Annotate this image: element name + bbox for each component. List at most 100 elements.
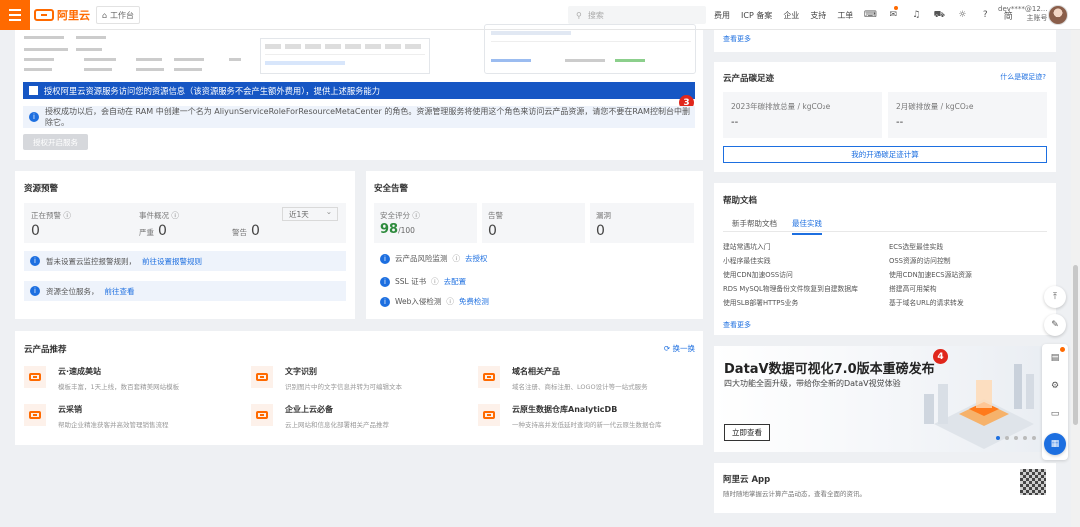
pending-alert-box: 正在预警 ⓘ 0 <box>24 203 141 243</box>
product-desc: 云上网站和信息化部署相关产品推荐 <box>285 421 389 429</box>
resource-service-link[interactable]: 前往查看 <box>105 286 135 297</box>
severe-label: 严重 <box>139 228 154 237</box>
alert-rule-link[interactable]: 前往设置报警规则 <box>142 256 202 267</box>
banner-subtitle: 四大功能全面升级，带给你全新的DataV视觉体验 <box>724 379 901 388</box>
carbon-calc-button[interactable]: 我的开通碳足迹计算 <box>723 146 1047 163</box>
nav-billing[interactable]: 费用 <box>714 10 730 21</box>
help-link[interactable]: RDS MySQL物理备份文件恢复到自建数据库 <box>723 283 858 293</box>
product-desc: 域名注册、商标注册、LOGO设计等一站式服务 <box>512 383 648 391</box>
security-row-risk-link[interactable]: 去授权 <box>465 253 488 264</box>
period-select[interactable]: 近1天 <box>282 207 338 221</box>
help-link[interactable]: ECS选型最佳实践 <box>889 241 943 251</box>
help-icon[interactable]: ? <box>979 9 991 21</box>
product-logo-icon <box>251 404 273 426</box>
blurred-table-preview <box>260 38 430 74</box>
security-score-label: 安全评分 <box>380 211 410 220</box>
web-icon: i <box>380 296 390 307</box>
notification-dot <box>894 6 898 10</box>
clipboard-icon[interactable]: ▤ <box>1049 352 1061 364</box>
tab-best-practice[interactable]: 最佳实践 <box>792 218 822 235</box>
datav-promo-banner[interactable]: DataV数据可视化7.0版本重磅发布 四大功能全面升级，带给你全新的DataV… <box>714 346 1056 452</box>
resource-service-info: i 资源全位服务， 前往查看 <box>24 281 346 301</box>
resource-alerts-title: 资源预警 <box>24 184 59 194</box>
help-link[interactable]: 使用CDN加速ECS源站资源 <box>889 269 972 279</box>
shield-icon: i <box>380 253 390 264</box>
page-scrollbar[interactable] <box>1071 30 1080 527</box>
resource-alerts-card: 资源预警 正在预警 ⓘ 0 事件概况 ⓘ 近1天 严重 0 警告 0 i 暂未设… <box>15 171 355 319</box>
carbon-month-value: -- <box>896 117 904 128</box>
period-select-value: 近1天 <box>289 209 309 219</box>
avatar[interactable] <box>1048 5 1068 25</box>
help-link[interactable]: 建站常遇坑入门 <box>723 241 771 251</box>
nav-icp[interactable]: ICP 备案 <box>741 10 772 21</box>
recommend-title: 云产品推荐 <box>24 345 67 355</box>
aliyun-logo[interactable]: 阿里云 <box>34 7 90 23</box>
nav-support[interactable]: 支持 <box>810 10 826 21</box>
help-link[interactable]: 小程序最佳实践 <box>723 255 771 265</box>
account-info[interactable]: dev****@12... 主账号 <box>998 5 1047 23</box>
product-desc: 识别图片中的文字信息并转为可编辑文本 <box>285 383 402 391</box>
lightbulb-icon[interactable]: ☼ <box>956 9 968 21</box>
event-overview-box: 事件概况 ⓘ 近1天 严重 0 警告 0 <box>132 203 346 243</box>
vulnerability-value: 0 <box>596 223 605 239</box>
product-item[interactable]: 云原生数据仓库AnalyticDB 一种支持高并发低延时查询的新一代云原生数据仓库 <box>478 404 662 429</box>
authorization-checkbox-bar[interactable]: 授权阿里云资源服务访问您的资源信息（该资源服务不会产生额外费用），提供上述服务能… <box>23 82 695 99</box>
carbon-help-link[interactable]: 什么是碳足迹? <box>1000 72 1046 82</box>
help-link[interactable]: 使用SLB部署HTTPS业务 <box>723 297 798 307</box>
product-item[interactable]: 云采销 帮助企业精准获客并高效管理销售流程 <box>24 404 169 429</box>
product-logo-icon <box>251 366 273 388</box>
edit-icon[interactable]: ✎ <box>1044 314 1066 336</box>
alert-rule-text: 暂未设置云监控报警规则， <box>46 256 136 266</box>
cart-icon[interactable]: ⛟ <box>933 9 945 21</box>
product-desc: 帮助企业精准获客并高效管理销售流程 <box>58 421 169 429</box>
vulnerability-label: 漏洞 <box>596 211 611 220</box>
account-role: 主账号 <box>1026 14 1048 22</box>
mail-icon[interactable]: ✉ <box>887 9 899 21</box>
settings-icon[interactable]: ⚙ <box>1049 380 1061 392</box>
hamburger-menu-button[interactable] <box>0 0 30 30</box>
help-link[interactable]: 搭建高可用架构 <box>889 283 937 293</box>
vulnerability-box: 漏洞 0 <box>590 203 694 243</box>
search-placeholder: 搜索 <box>587 10 604 20</box>
scrollbar-thumb[interactable] <box>1073 265 1078 425</box>
authorization-info-text: 授权成功以后，会自动在 RAM 中创建一个名为 AliyunServiceRol… <box>45 107 690 127</box>
pending-alert-label: 正在预警 <box>31 211 61 220</box>
enable-service-button[interactable]: 授权开启服务 <box>23 134 88 150</box>
product-item[interactable]: 文字识别识别图片中的文字信息并转为可编辑文本 <box>251 366 402 391</box>
authorization-checkbox[interactable] <box>29 86 38 95</box>
product-item[interactable]: 域名相关产品域名注册、商标注册、LOGO设计等一站式服务 <box>478 366 648 391</box>
banner-view-button[interactable]: 立即查看 <box>724 424 770 441</box>
alert-rule-info: i 暂未设置云监控报警规则， 前往设置报警规则 <box>24 251 346 271</box>
account-name: dev****@12... <box>998 5 1048 13</box>
severe-value: 0 <box>158 223 167 239</box>
step-badge-4: 4 <box>933 349 948 364</box>
help-link[interactable]: 使用CDN加速OSS访问 <box>723 269 793 279</box>
security-alert-box: 告警 0 <box>482 203 585 243</box>
workbench-button[interactable]: ⌂ 工作台 <box>96 6 140 24</box>
nav-ticket[interactable]: 工单 <box>837 10 853 21</box>
bell-icon[interactable]: ♫ <box>910 9 922 21</box>
help-link[interactable]: OSS资源的访问控制 <box>889 255 951 265</box>
security-row-ssl-link[interactable]: 去配置 <box>444 276 467 287</box>
product-item[interactable]: 云·速成美站 模板丰富，1天上线，数百套精美网站模板 <box>24 366 179 391</box>
product-name: 域名相关产品 <box>512 367 560 376</box>
help-more-link[interactable]: 查看更多 <box>723 320 751 330</box>
search-input[interactable]: ⚲ 搜索 <box>568 6 706 24</box>
security-score-box: 安全评分 ⓘ 98/100 <box>374 203 477 243</box>
security-row-web-link[interactable]: 免费检测 <box>459 296 489 307</box>
help-link[interactable]: 基于域名URL的请求转发 <box>889 297 964 307</box>
authorization-info: i 授权成功以后，会自动在 RAM 中创建一个名为 AliyunServiceR… <box>23 106 695 128</box>
blurred-list-preview <box>484 24 696 74</box>
back-to-top-button[interactable]: ⤒ <box>1044 286 1066 308</box>
terminal-icon[interactable]: ⌨ <box>864 9 877 21</box>
chat-icon[interactable]: ▭ <box>1049 408 1061 420</box>
view-more-link[interactable]: 查看更多 <box>723 34 751 44</box>
apps-grid-button[interactable]: ▦ <box>1044 433 1066 455</box>
nav-enterprise[interactable]: 企业 <box>783 10 799 21</box>
refresh-link[interactable]: ⟳ 换一换 <box>664 343 695 354</box>
product-name: 文字识别 <box>285 367 317 376</box>
carbon-total-box: 2023年碳排放总量 / kgCO₂e -- <box>723 92 882 138</box>
product-item[interactable]: 企业上云必备 云上网站和信息化部署相关产品推荐 <box>251 404 389 429</box>
carousel-dots[interactable] <box>996 436 1036 440</box>
carbon-total-label: 2023年碳排放总量 / kgCO₂e <box>731 102 831 111</box>
